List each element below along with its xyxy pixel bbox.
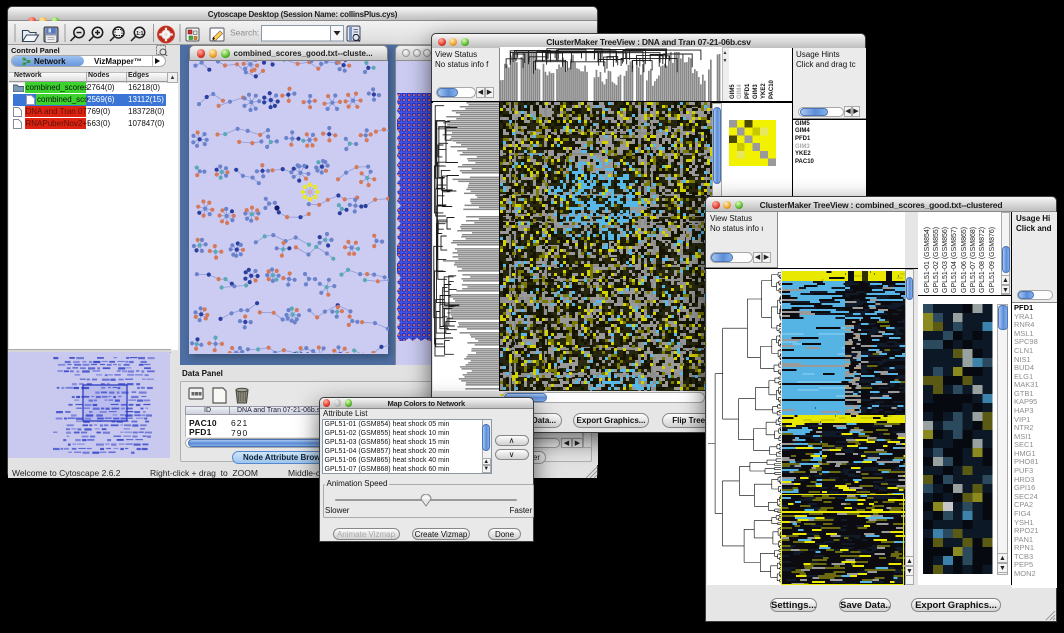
svg-text:Search:: Search:: [230, 28, 259, 38]
svg-text:1:1: 1:1: [136, 31, 143, 37]
